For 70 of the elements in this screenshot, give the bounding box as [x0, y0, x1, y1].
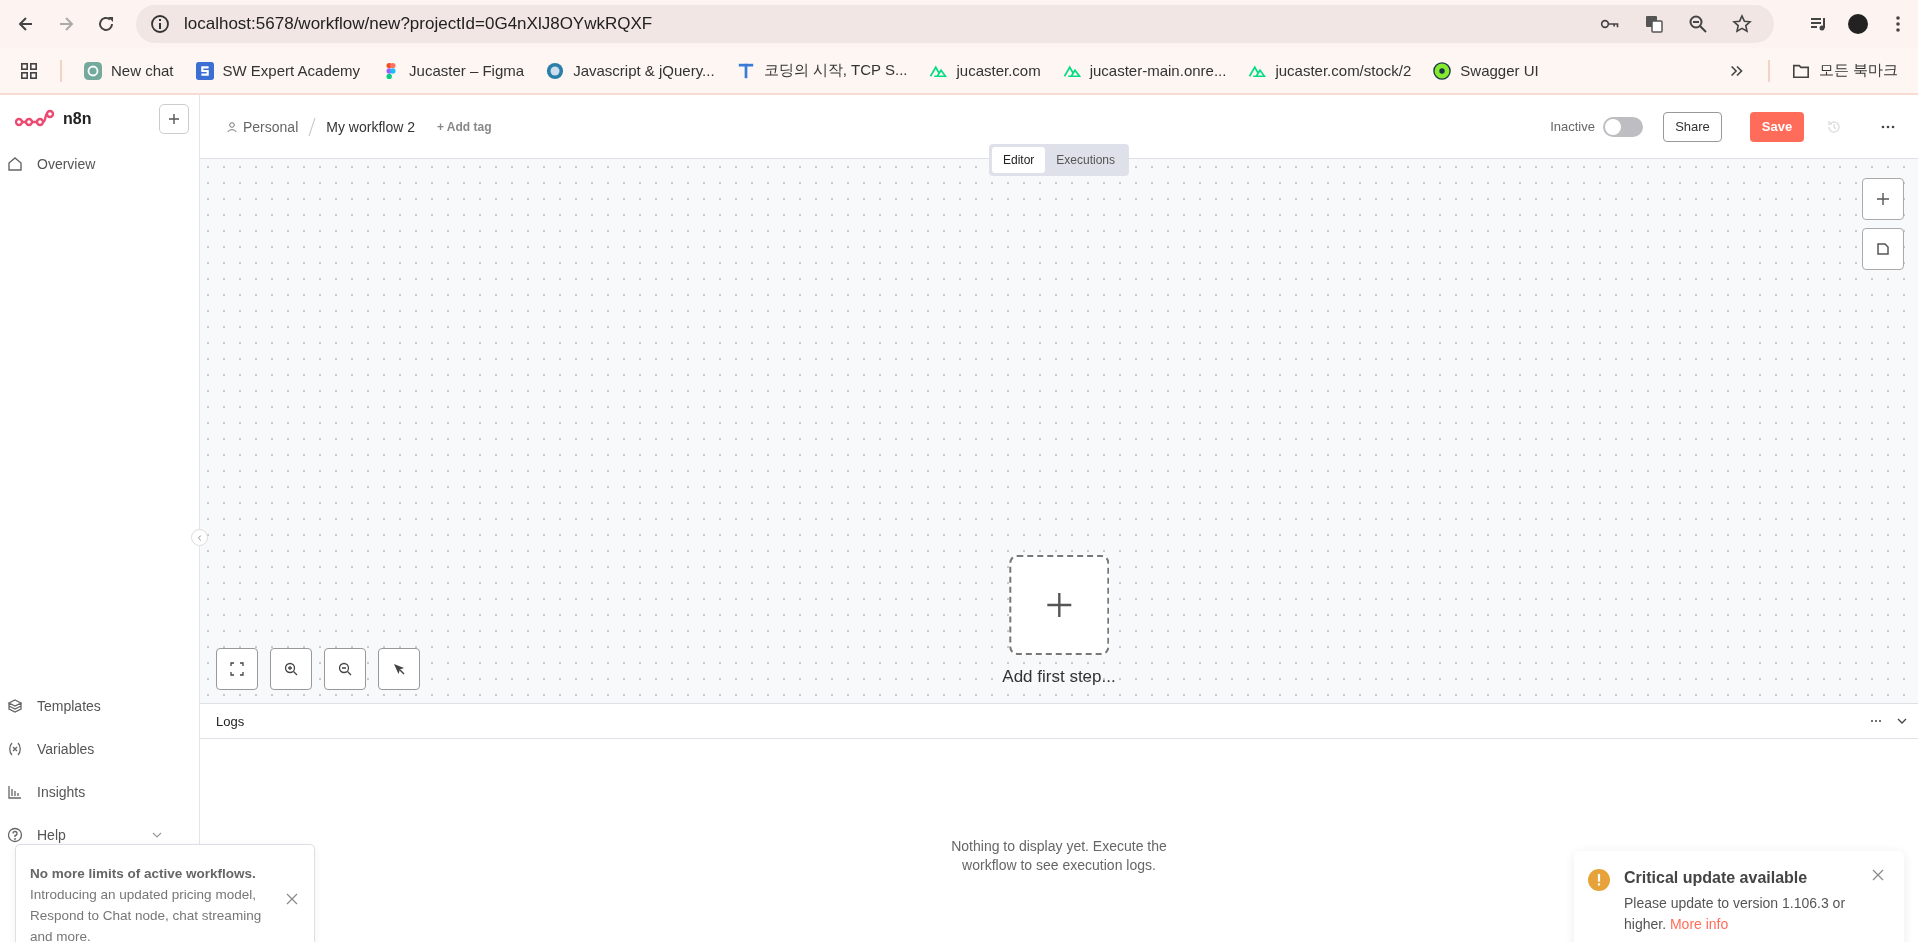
zoom-out-icon: [338, 662, 352, 676]
chevron-left-icon: [195, 533, 204, 542]
add-button[interactable]: [159, 104, 189, 134]
sidebar-item[interactable]: Overview: [0, 153, 199, 175]
add-node-button[interactable]: [1862, 178, 1904, 220]
logo-icon: [15, 109, 55, 129]
tee-logo-icon: [736, 61, 755, 80]
view-tab[interactable]: Editor: [991, 147, 1046, 173]
sidebar-item[interactable]: Templates: [0, 695, 199, 717]
add-first-step-label: Add first step...: [1002, 667, 1116, 687]
bookmark[interactable]: Javascript & jQuery...: [546, 61, 715, 80]
zoom-in-icon: [284, 662, 298, 676]
help-icon: [7, 827, 23, 843]
round-logo-icon: [1433, 61, 1452, 80]
avatar[interactable]: [1848, 14, 1868, 34]
person-icon: [226, 120, 238, 133]
warning-icon: [1588, 869, 1610, 891]
bookmark[interactable]: Jucaster – Figma: [382, 61, 525, 80]
plus-icon: [1876, 192, 1890, 206]
pointer-button[interactable]: [378, 648, 420, 690]
home-icon: [7, 156, 23, 172]
empty-logs-message: Nothing to display yet. Execute the workflow to see execution logs.: [950, 837, 1168, 875]
close-icon[interactable]: [1872, 869, 1884, 881]
bookmark[interactable]: SW Expert Academy: [195, 61, 361, 80]
note-icon: [1876, 242, 1890, 256]
bookmark[interactable]: jucaster.com: [929, 61, 1041, 80]
all-bookmarks-folder[interactable]: 모든 북마크: [1791, 61, 1898, 80]
reload-icon[interactable]: [96, 14, 116, 34]
bookmark[interactable]: 코딩의 시작, TCP S...: [736, 61, 908, 80]
variable-icon: [7, 741, 23, 757]
chat-logo-icon: [84, 61, 102, 80]
fit-view-button[interactable]: [216, 648, 258, 690]
sidebar-item[interactable]: Variables: [0, 738, 199, 760]
notice-title: No more limits of active workflows.: [30, 865, 257, 883]
share-button[interactable]: Share: [1663, 111, 1722, 142]
sidebar-item[interactable]: Help: [0, 824, 199, 846]
zoom-out-button[interactable]: [324, 648, 366, 690]
fit-view-icon: [230, 662, 244, 676]
plus-icon: [167, 112, 181, 126]
sidebar-item[interactable]: Insights: [0, 781, 199, 803]
add-first-step-button[interactable]: [1009, 555, 1109, 655]
close-icon[interactable]: [286, 893, 298, 905]
add-tag-link[interactable]: + Add tag: [436, 119, 492, 134]
pointer-icon: [392, 662, 406, 676]
status-label: Inactive: [1550, 119, 1595, 134]
bookmark[interactable]: New chat: [84, 61, 174, 80]
breadcrumb-separator: [308, 116, 317, 137]
star-icon[interactable]: [1732, 14, 1752, 34]
box-icon: [7, 698, 23, 714]
bookmark[interactable]: Swagger UI: [1433, 61, 1539, 80]
zoom-out-icon[interactable]: [1688, 14, 1708, 34]
bookmark[interactable]: jucaster-main.onre...: [1062, 61, 1227, 80]
apps-icon[interactable]: [20, 61, 38, 80]
workflow-name[interactable]: My workflow 2: [326, 118, 415, 135]
logo-text: n8n: [63, 110, 92, 128]
view-tab[interactable]: Executions: [1045, 147, 1127, 173]
circle-logo-icon: [546, 61, 565, 80]
sticky-note-button[interactable]: [1862, 228, 1904, 270]
toast-title: Critical update available: [1624, 869, 1809, 887]
notice-body: Introducing an updated pricing model, Respond to Chat node, chat streaming and more.: [30, 886, 263, 942]
address-bar[interactable]: localhost:5678/workflow/new?projectId=0G4nXlJ8OYwkRQXF: [136, 5, 1774, 43]
bar-chart-icon: [7, 784, 23, 800]
logs-title: Logs: [216, 713, 245, 729]
active-toggle[interactable]: [1603, 116, 1643, 137]
zoom-in-button[interactable]: [270, 648, 312, 690]
toast-message: Please update to version 1.106.3 or higher. More info: [1624, 894, 1847, 934]
bookmark[interactable]: jucaster.com/stock/2: [1248, 61, 1412, 80]
square-logo-icon: [195, 61, 214, 80]
info-icon: [150, 14, 170, 34]
project-link[interactable]: Personal: [226, 118, 299, 135]
